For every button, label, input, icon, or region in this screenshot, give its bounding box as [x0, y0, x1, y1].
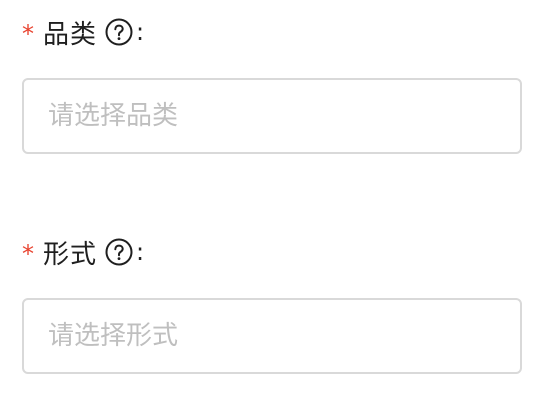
- label-colon: :: [136, 238, 145, 266]
- required-mark: *: [22, 20, 34, 48]
- required-mark: *: [22, 240, 34, 268]
- field-label-row: * 形式 :: [22, 234, 522, 270]
- format-select[interactable]: [22, 298, 522, 374]
- form: * 品类 : * 形式 :: [0, 0, 550, 396]
- field-label-row: * 品类 :: [22, 14, 522, 50]
- field-label-format: 形式: [43, 239, 98, 270]
- field-label-category: 品类: [43, 19, 98, 50]
- category-select[interactable]: [22, 78, 522, 154]
- form-item-category: * 品类 :: [22, 14, 522, 154]
- form-item-format: * 形式 :: [22, 234, 522, 374]
- label-colon: :: [136, 18, 145, 46]
- question-circle-icon[interactable]: [105, 18, 133, 46]
- question-circle-icon[interactable]: [105, 238, 133, 266]
